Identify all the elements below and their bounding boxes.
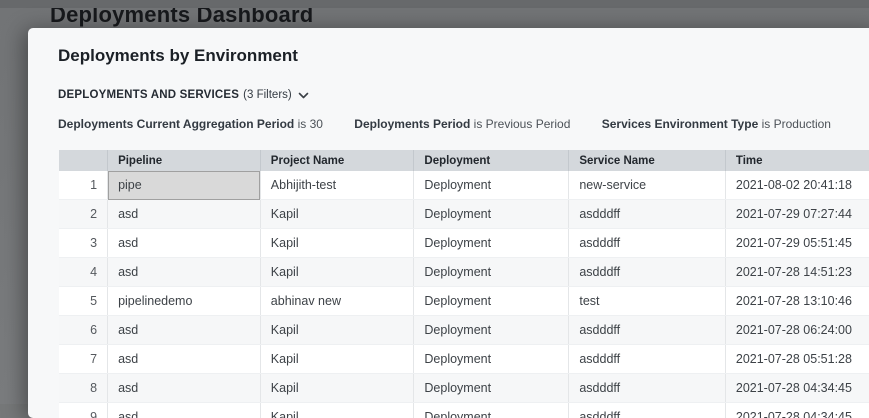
table-cell[interactable]: pipe bbox=[108, 171, 261, 200]
chevron-down-icon bbox=[298, 92, 309, 99]
table-cell[interactable]: 2021-08-02 20:41:18 bbox=[725, 171, 869, 200]
table-row: 8asdKapilDeploymentasdddff2021-07-28 04:… bbox=[59, 374, 869, 403]
filter-item: Deployments Current Aggregation Period i… bbox=[58, 117, 323, 131]
row-number: 1 bbox=[59, 171, 108, 200]
table-cell[interactable]: 2021-07-29 07:27:44 bbox=[725, 200, 869, 229]
deployments-table: Pipeline Project Name Deployment Service… bbox=[59, 150, 869, 418]
row-number: 6 bbox=[59, 316, 108, 345]
column-header-service-name[interactable]: Service Name bbox=[569, 150, 726, 171]
table-cell[interactable]: asdddff bbox=[569, 374, 726, 403]
table-row: 3asdKapilDeploymentasdddff2021-07-29 05:… bbox=[59, 229, 869, 258]
table-cell[interactable]: asdddff bbox=[569, 345, 726, 374]
table-row: 7asdKapilDeploymentasdddff2021-07-28 05:… bbox=[59, 345, 869, 374]
row-number: 3 bbox=[59, 229, 108, 258]
column-header-time[interactable]: Time bbox=[725, 150, 869, 171]
column-header-pipeline[interactable]: Pipeline bbox=[108, 150, 261, 171]
modal-title: Deployments by Environment bbox=[58, 46, 298, 66]
table-cell[interactable]: asd bbox=[108, 374, 261, 403]
table-cell[interactable]: asdddff bbox=[569, 200, 726, 229]
table-header-row: Pipeline Project Name Deployment Service… bbox=[59, 150, 869, 171]
table-cell[interactable]: asd bbox=[108, 403, 261, 418]
table-cell[interactable]: Kapil bbox=[260, 316, 414, 345]
table-cell[interactable]: Deployment bbox=[414, 403, 569, 418]
table-cell[interactable]: asdddff bbox=[569, 258, 726, 287]
column-header-deployment[interactable]: Deployment bbox=[414, 150, 569, 171]
table-cell[interactable]: 2021-07-29 05:51:45 bbox=[725, 229, 869, 258]
table-cell[interactable]: Deployment bbox=[414, 316, 569, 345]
table-cell[interactable]: 2021-07-28 04:34:45 bbox=[725, 374, 869, 403]
table-cell[interactable]: Kapil bbox=[260, 258, 414, 287]
filter-item: Services Environment Type is Production bbox=[602, 117, 831, 131]
table-cell[interactable]: asdddff bbox=[569, 316, 726, 345]
top-bar bbox=[0, 0, 869, 8]
row-number: 9 bbox=[59, 403, 108, 418]
applied-filters: Deployments Current Aggregation Period i… bbox=[58, 117, 859, 131]
deployments-table-container: Pipeline Project Name Deployment Service… bbox=[59, 150, 869, 418]
table-cell[interactable]: Kapil bbox=[260, 345, 414, 374]
filters-section-toggle[interactable]: DEPLOYMENTS AND SERVICES (3 Filters) bbox=[58, 89, 309, 101]
table-cell[interactable]: Deployment bbox=[414, 258, 569, 287]
table-cell[interactable]: Abhijith-test bbox=[260, 171, 414, 200]
table-row: 2asdKapilDeploymentasdddff2021-07-29 07:… bbox=[59, 200, 869, 229]
row-number: 4 bbox=[59, 258, 108, 287]
filter-name: Deployments Current Aggregation Period bbox=[58, 117, 294, 131]
table-cell[interactable]: 2021-07-28 04:34:45 bbox=[725, 403, 869, 418]
table-row: 5pipelinedemoabhinav newDeploymenttest20… bbox=[59, 287, 869, 316]
table-cell[interactable]: asd bbox=[108, 316, 261, 345]
table-cell[interactable]: new-service bbox=[569, 171, 726, 200]
table-cell[interactable]: Deployment bbox=[414, 374, 569, 403]
table-cell[interactable]: Kapil bbox=[260, 374, 414, 403]
table-cell[interactable]: asd bbox=[108, 258, 261, 287]
table-row: 4asdKapilDeploymentasdddff2021-07-28 14:… bbox=[59, 258, 869, 287]
table-row: 6asdKapilDeploymentasdddff2021-07-28 06:… bbox=[59, 316, 869, 345]
row-number: 8 bbox=[59, 374, 108, 403]
filter-condition: is Production bbox=[762, 117, 831, 131]
table-row: 1pipeAbhijith-testDeploymentnew-service2… bbox=[59, 171, 869, 200]
table-cell[interactable]: 2021-07-28 05:51:28 bbox=[725, 345, 869, 374]
row-number: 7 bbox=[59, 345, 108, 374]
table-cell[interactable]: Deployment bbox=[414, 171, 569, 200]
filter-item: Deployments Period is Previous Period bbox=[354, 117, 570, 131]
table-cell[interactable]: pipelinedemo bbox=[108, 287, 261, 316]
filter-name: Services Environment Type bbox=[602, 117, 759, 131]
row-number: 2 bbox=[59, 200, 108, 229]
table-cell[interactable]: 2021-07-28 14:51:23 bbox=[725, 258, 869, 287]
table-cell[interactable]: Deployment bbox=[414, 229, 569, 258]
column-header-project-name[interactable]: Project Name bbox=[260, 150, 414, 171]
filter-condition: is 30 bbox=[298, 117, 323, 131]
table-cell[interactable]: asdddff bbox=[569, 229, 726, 258]
table-cell[interactable]: 2021-07-28 13:10:46 bbox=[725, 287, 869, 316]
table-cell[interactable]: asd bbox=[108, 200, 261, 229]
row-number: 5 bbox=[59, 287, 108, 316]
table-cell[interactable]: asd bbox=[108, 229, 261, 258]
table-cell[interactable]: 2021-07-28 06:24:00 bbox=[725, 316, 869, 345]
drill-modal: Deployments by Environment DEPLOYMENTS A… bbox=[28, 28, 869, 418]
filter-condition: is Previous Period bbox=[474, 117, 571, 131]
table-cell[interactable]: Deployment bbox=[414, 200, 569, 229]
filters-section-label: DEPLOYMENTS AND SERVICES bbox=[58, 89, 239, 101]
table-cell[interactable]: abhinav new bbox=[260, 287, 414, 316]
filter-name: Deployments Period bbox=[354, 117, 470, 131]
filters-count: (3 Filters) bbox=[243, 89, 292, 101]
table-cell[interactable]: asdddff bbox=[569, 403, 726, 418]
table-cell[interactable]: Kapil bbox=[260, 229, 414, 258]
table-cell[interactable]: asd bbox=[108, 345, 261, 374]
table-row: 9asdKapilDeploymentasdddff2021-07-28 04:… bbox=[59, 403, 869, 418]
table-cell[interactable]: test bbox=[569, 287, 726, 316]
table-cell[interactable]: Deployment bbox=[414, 287, 569, 316]
table-cell[interactable]: Kapil bbox=[260, 403, 414, 418]
corner-header bbox=[59, 150, 108, 171]
table-cell[interactable]: Deployment bbox=[414, 345, 569, 374]
table-cell[interactable]: Kapil bbox=[260, 200, 414, 229]
